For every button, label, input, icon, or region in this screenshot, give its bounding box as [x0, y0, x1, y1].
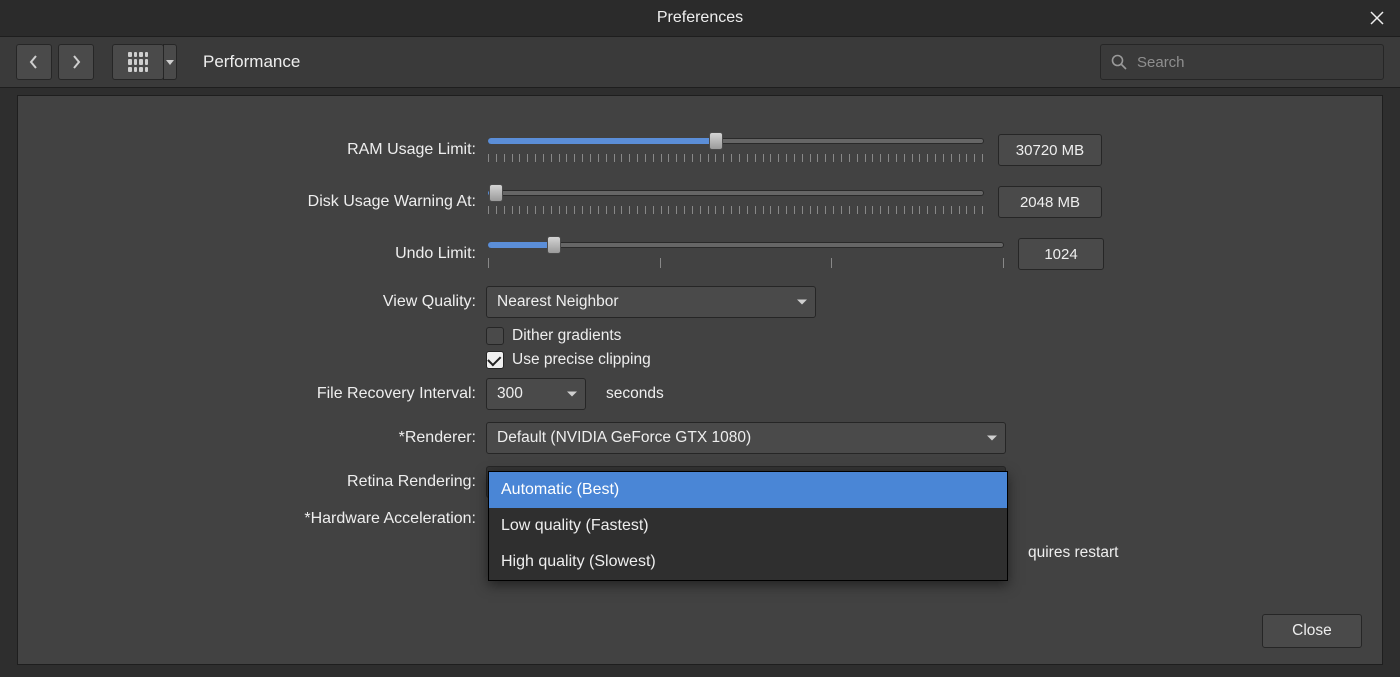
all-prefs-grid-button[interactable]	[112, 44, 164, 80]
view-quality-row: View Quality: Nearest Neighbor	[18, 280, 1382, 324]
close-button-label: Close	[1292, 622, 1332, 640]
file-recovery-dropdown[interactable]: 300	[486, 378, 586, 410]
disk-warning-label: Disk Usage Warning At:	[18, 193, 486, 211]
retina-option[interactable]: Automatic (Best)	[489, 472, 1007, 508]
chevron-down-icon	[567, 392, 577, 397]
undo-limit-slider[interactable]	[486, 234, 1006, 274]
disk-warning-value[interactable]: 2048 MB	[998, 186, 1102, 218]
retina-option[interactable]: Low quality (Fastest)	[489, 508, 1007, 544]
chevron-right-icon	[70, 54, 82, 70]
renderer-value: Default (NVIDIA GeForce GTX 1080)	[497, 429, 751, 447]
undo-limit-row: Undo Limit: 1024	[18, 228, 1382, 280]
retina-option[interactable]: High quality (Slowest)	[489, 544, 1007, 580]
chevron-down-icon	[987, 436, 997, 441]
ram-usage-row: RAM Usage Limit: 30720 MB	[18, 124, 1382, 176]
file-recovery-label: File Recovery Interval:	[18, 385, 486, 403]
restart-note: quires restart	[1028, 544, 1118, 562]
ram-usage-slider[interactable]	[486, 130, 986, 170]
retina-dropdown-popup: Automatic (Best)Low quality (Fastest)Hig…	[488, 471, 1008, 581]
clipping-row: Use precise clipping	[18, 348, 1382, 372]
renderer-label: *Renderer:	[18, 429, 486, 447]
content-panel: RAM Usage Limit: 30720 MB Disk Usage War…	[17, 95, 1383, 665]
dither-label: Dither gradients	[512, 327, 621, 345]
all-prefs-grid-dropdown[interactable]	[163, 44, 177, 80]
search-input[interactable]	[1135, 53, 1373, 72]
renderer-row: *Renderer: Default (NVIDIA GeForce GTX 1…	[18, 416, 1382, 460]
section-title: Performance	[203, 52, 300, 72]
close-icon	[1370, 11, 1384, 25]
ram-usage-value[interactable]: 30720 MB	[998, 134, 1102, 166]
chevron-left-icon	[28, 54, 40, 70]
file-recovery-value: 300	[497, 385, 523, 403]
window-title: Preferences	[657, 9, 743, 27]
dither-checkbox[interactable]	[486, 327, 504, 345]
titlebar: Preferences	[0, 0, 1400, 36]
dither-row: Dither gradients	[18, 324, 1382, 348]
search-icon	[1111, 54, 1127, 70]
retina-label: Retina Rendering:	[18, 473, 486, 491]
dither-checkbox-group[interactable]: Dither gradients	[486, 327, 621, 345]
chevron-down-icon	[166, 60, 174, 65]
chevron-down-icon	[797, 300, 807, 305]
file-recovery-suffix: seconds	[606, 385, 664, 403]
undo-limit-value[interactable]: 1024	[1018, 238, 1104, 270]
disk-warning-row: Disk Usage Warning At: 2048 MB	[18, 176, 1382, 228]
undo-limit-label: Undo Limit:	[18, 245, 486, 263]
view-quality-value: Nearest Neighbor	[497, 293, 618, 311]
nav-back-button[interactable]	[16, 44, 52, 80]
file-recovery-row: File Recovery Interval: 300 seconds	[18, 372, 1382, 416]
clipping-label: Use precise clipping	[512, 351, 651, 369]
window-close-button[interactable]	[1354, 0, 1400, 36]
search-field-wrapper[interactable]	[1100, 44, 1384, 80]
toolbar: Performance	[0, 36, 1400, 88]
hwaccel-label: *Hardware Acceleration:	[18, 510, 486, 528]
ram-usage-label: RAM Usage Limit:	[18, 141, 486, 159]
disk-warning-slider[interactable]	[486, 182, 986, 222]
grid-icon	[128, 52, 148, 72]
close-button[interactable]: Close	[1262, 614, 1362, 648]
view-quality-label: View Quality:	[18, 293, 486, 311]
renderer-dropdown[interactable]: Default (NVIDIA GeForce GTX 1080)	[486, 422, 1006, 454]
nav-forward-button[interactable]	[58, 44, 94, 80]
view-quality-dropdown[interactable]: Nearest Neighbor	[486, 286, 816, 318]
clipping-checkbox[interactable]	[486, 351, 504, 369]
clipping-checkbox-group[interactable]: Use precise clipping	[486, 351, 651, 369]
